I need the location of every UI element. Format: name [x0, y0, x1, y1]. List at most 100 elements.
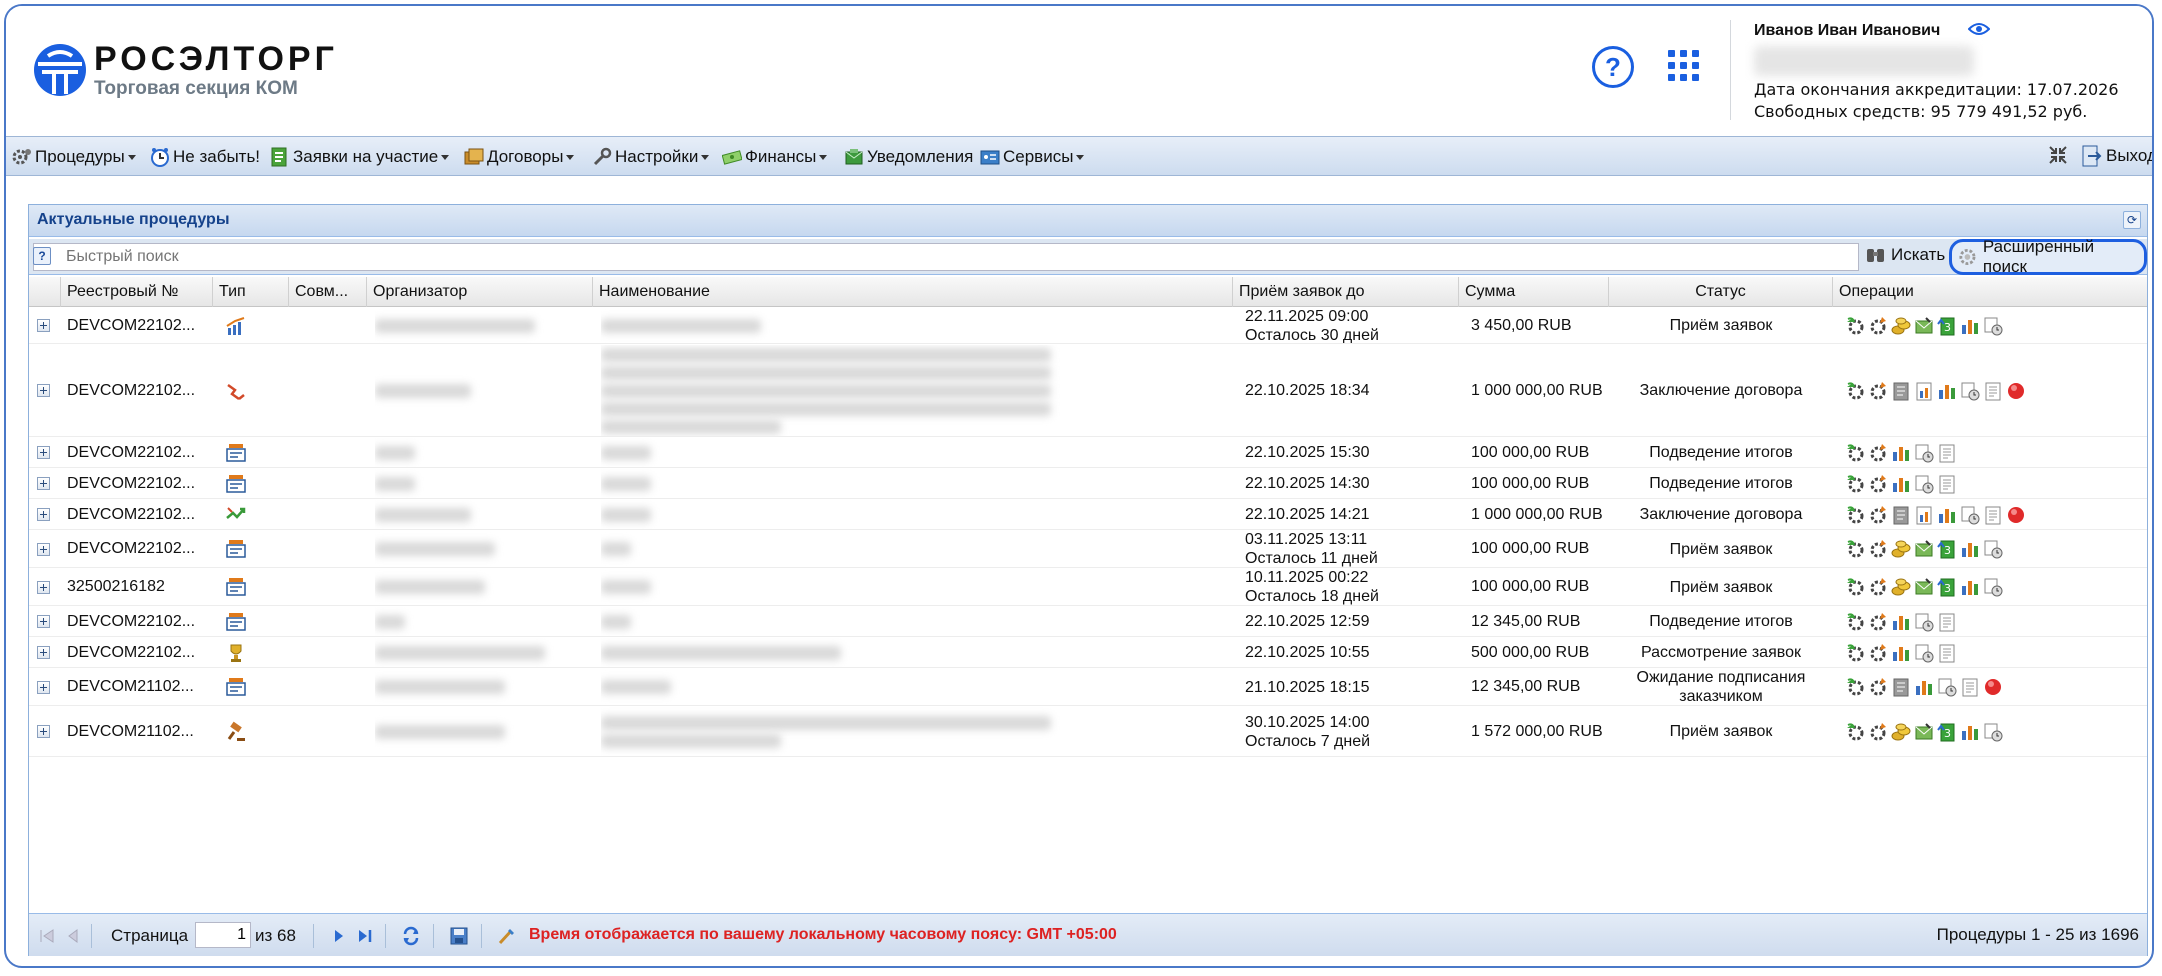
table-row[interactable]: DEVCOM21102... 30.10.2025 14:00 Осталось 7…	[29, 707, 2147, 757]
gear-orange-icon[interactable]	[1868, 316, 1888, 336]
doc-gray-icon[interactable]	[1891, 505, 1911, 525]
menu-notifications[interactable]: Уведомления	[844, 145, 973, 169]
doc-icon[interactable]	[1937, 443, 1957, 463]
refresh-icon[interactable]	[401, 926, 421, 946]
expand-cell[interactable]	[37, 345, 61, 436]
gear-green-icon[interactable]	[1845, 577, 1865, 597]
gear-orange-icon[interactable]	[1868, 443, 1888, 463]
expand-icon[interactable]	[37, 680, 50, 694]
clock-gear-icon[interactable]	[1983, 577, 2003, 597]
menu-settings[interactable]: Настройки	[592, 145, 710, 169]
registry-number[interactable]: DEVCOM22102...	[67, 438, 213, 467]
bars-icon[interactable]	[1960, 539, 1980, 559]
registry-number[interactable]: DEVCOM21102...	[67, 707, 213, 756]
envelope-icon[interactable]	[1914, 539, 1934, 559]
procedure-name-cell[interactable]	[601, 438, 1231, 467]
gear-orange-icon[interactable]	[1868, 474, 1888, 494]
col-header[interactable]: Операции	[1833, 277, 2149, 307]
col-header[interactable]: Реестровый №	[61, 277, 213, 307]
procedure-name-cell[interactable]	[601, 607, 1231, 636]
expand-icon[interactable]	[37, 508, 50, 521]
gear-green-icon[interactable]	[1845, 722, 1865, 742]
menu-contracts[interactable]: Договоры	[464, 145, 575, 169]
bars-icon[interactable]	[1891, 474, 1911, 494]
gear-green-icon[interactable]	[1845, 539, 1865, 559]
procedure-name-cell[interactable]	[601, 531, 1231, 567]
panel-refresh-icon[interactable]: ⟳	[2123, 211, 2141, 229]
registry-number[interactable]: DEVCOM22102...	[67, 345, 213, 436]
clock-gear-icon[interactable]	[1914, 474, 1934, 494]
doc-3-icon[interactable]: 3	[1937, 539, 1957, 559]
coins-icon[interactable]	[1891, 577, 1911, 597]
expand-icon[interactable]	[37, 615, 50, 628]
next-page-icon[interactable]	[329, 926, 349, 946]
coins-icon[interactable]	[1891, 539, 1911, 559]
bars-icon[interactable]	[1937, 381, 1957, 401]
envelope-icon[interactable]	[1914, 577, 1934, 597]
registry-number[interactable]: DEVCOM21102...	[67, 669, 213, 705]
expand-icon[interactable]	[37, 477, 50, 490]
clock-gear-icon[interactable]	[1937, 677, 1957, 697]
search-button[interactable]: Искать	[1865, 245, 1945, 265]
gear-orange-icon[interactable]	[1868, 643, 1888, 663]
gear-orange-icon[interactable]	[1868, 381, 1888, 401]
gear-green-icon[interactable]	[1845, 643, 1865, 663]
gear-green-icon[interactable]	[1845, 612, 1865, 632]
doc-icon[interactable]	[1983, 505, 2003, 525]
table-row[interactable]: DEVCOM21102... 21.10.2025 18:15 12 345,00 …	[29, 669, 2147, 706]
procedure-name-cell[interactable]	[601, 669, 1231, 705]
gear-green-icon[interactable]	[1845, 316, 1865, 336]
procedure-name-cell[interactable]	[601, 308, 1231, 343]
col-header[interactable]: Приём заявок до	[1233, 277, 1459, 307]
col-header[interactable]: Организатор	[367, 277, 593, 307]
doc-icon[interactable]	[1937, 643, 1957, 663]
gear-orange-icon[interactable]	[1868, 539, 1888, 559]
doc-icon[interactable]	[1960, 677, 1980, 697]
doc-3-icon[interactable]: 3	[1937, 316, 1957, 336]
doc-icon[interactable]	[1983, 381, 2003, 401]
red-circle-icon[interactable]	[2006, 381, 2026, 401]
doc-3-icon[interactable]: 3	[1937, 577, 1957, 597]
gear-orange-icon[interactable]	[1868, 722, 1888, 742]
col-header[interactable]: Сумма	[1459, 277, 1609, 307]
expand-icon[interactable]	[37, 542, 50, 556]
gear-orange-icon[interactable]	[1868, 612, 1888, 632]
expand-cell[interactable]	[37, 500, 61, 529]
doc-gray-icon[interactable]	[1891, 677, 1911, 697]
prev-page-icon[interactable]	[63, 926, 83, 946]
gear-green-icon[interactable]	[1845, 505, 1865, 525]
procedure-name-cell[interactable]	[601, 569, 1231, 605]
expand-cell[interactable]	[37, 638, 61, 667]
doc-icon[interactable]	[1937, 612, 1957, 632]
procedure-name-cell[interactable]	[601, 500, 1231, 529]
expand-icon[interactable]	[37, 384, 50, 397]
procedure-name-cell[interactable]	[601, 638, 1231, 667]
expand-cell[interactable]	[37, 607, 61, 636]
expand-cell[interactable]	[37, 531, 61, 567]
clock-gear-icon[interactable]	[1983, 539, 2003, 559]
expand-icon[interactable]	[37, 319, 50, 332]
gear-green-icon[interactable]	[1845, 474, 1865, 494]
advanced-search-button[interactable]: Расширенный поиск	[1949, 237, 2147, 276]
search-help-icon[interactable]: ?	[33, 247, 51, 265]
menu-finance[interactable]: Финансы	[722, 145, 828, 169]
table-row[interactable]: DEVCOM22102... 22.10.2025 14:21 1 000 000,…	[29, 500, 2147, 530]
envelope-icon[interactable]	[1914, 316, 1934, 336]
col-header[interactable]: Наименование	[593, 277, 1233, 307]
exit-button[interactable]: Выход	[2082, 145, 2152, 167]
gear-orange-icon[interactable]	[1868, 577, 1888, 597]
clock-gear-icon[interactable]	[1960, 381, 1980, 401]
bars-icon[interactable]	[1891, 443, 1911, 463]
bars-icon[interactable]	[1960, 316, 1980, 336]
doc-icon[interactable]	[1937, 474, 1957, 494]
table-row[interactable]: DEVCOM22102... 22.10.2025 10:55 500 000,00…	[29, 638, 2147, 668]
page-number-input[interactable]	[195, 922, 251, 948]
chart-doc-icon[interactable]	[1914, 505, 1934, 525]
procedure-name-cell[interactable]	[601, 707, 1231, 756]
last-page-icon[interactable]	[355, 926, 375, 946]
expand-cell[interactable]	[37, 707, 61, 756]
bars-icon[interactable]	[1891, 612, 1911, 632]
gear-green-icon[interactable]	[1845, 381, 1865, 401]
bars-icon[interactable]	[1891, 643, 1911, 663]
table-row[interactable]: 32500216182 10.11.2025 00:22 Осталось 18 д…	[29, 569, 2147, 606]
